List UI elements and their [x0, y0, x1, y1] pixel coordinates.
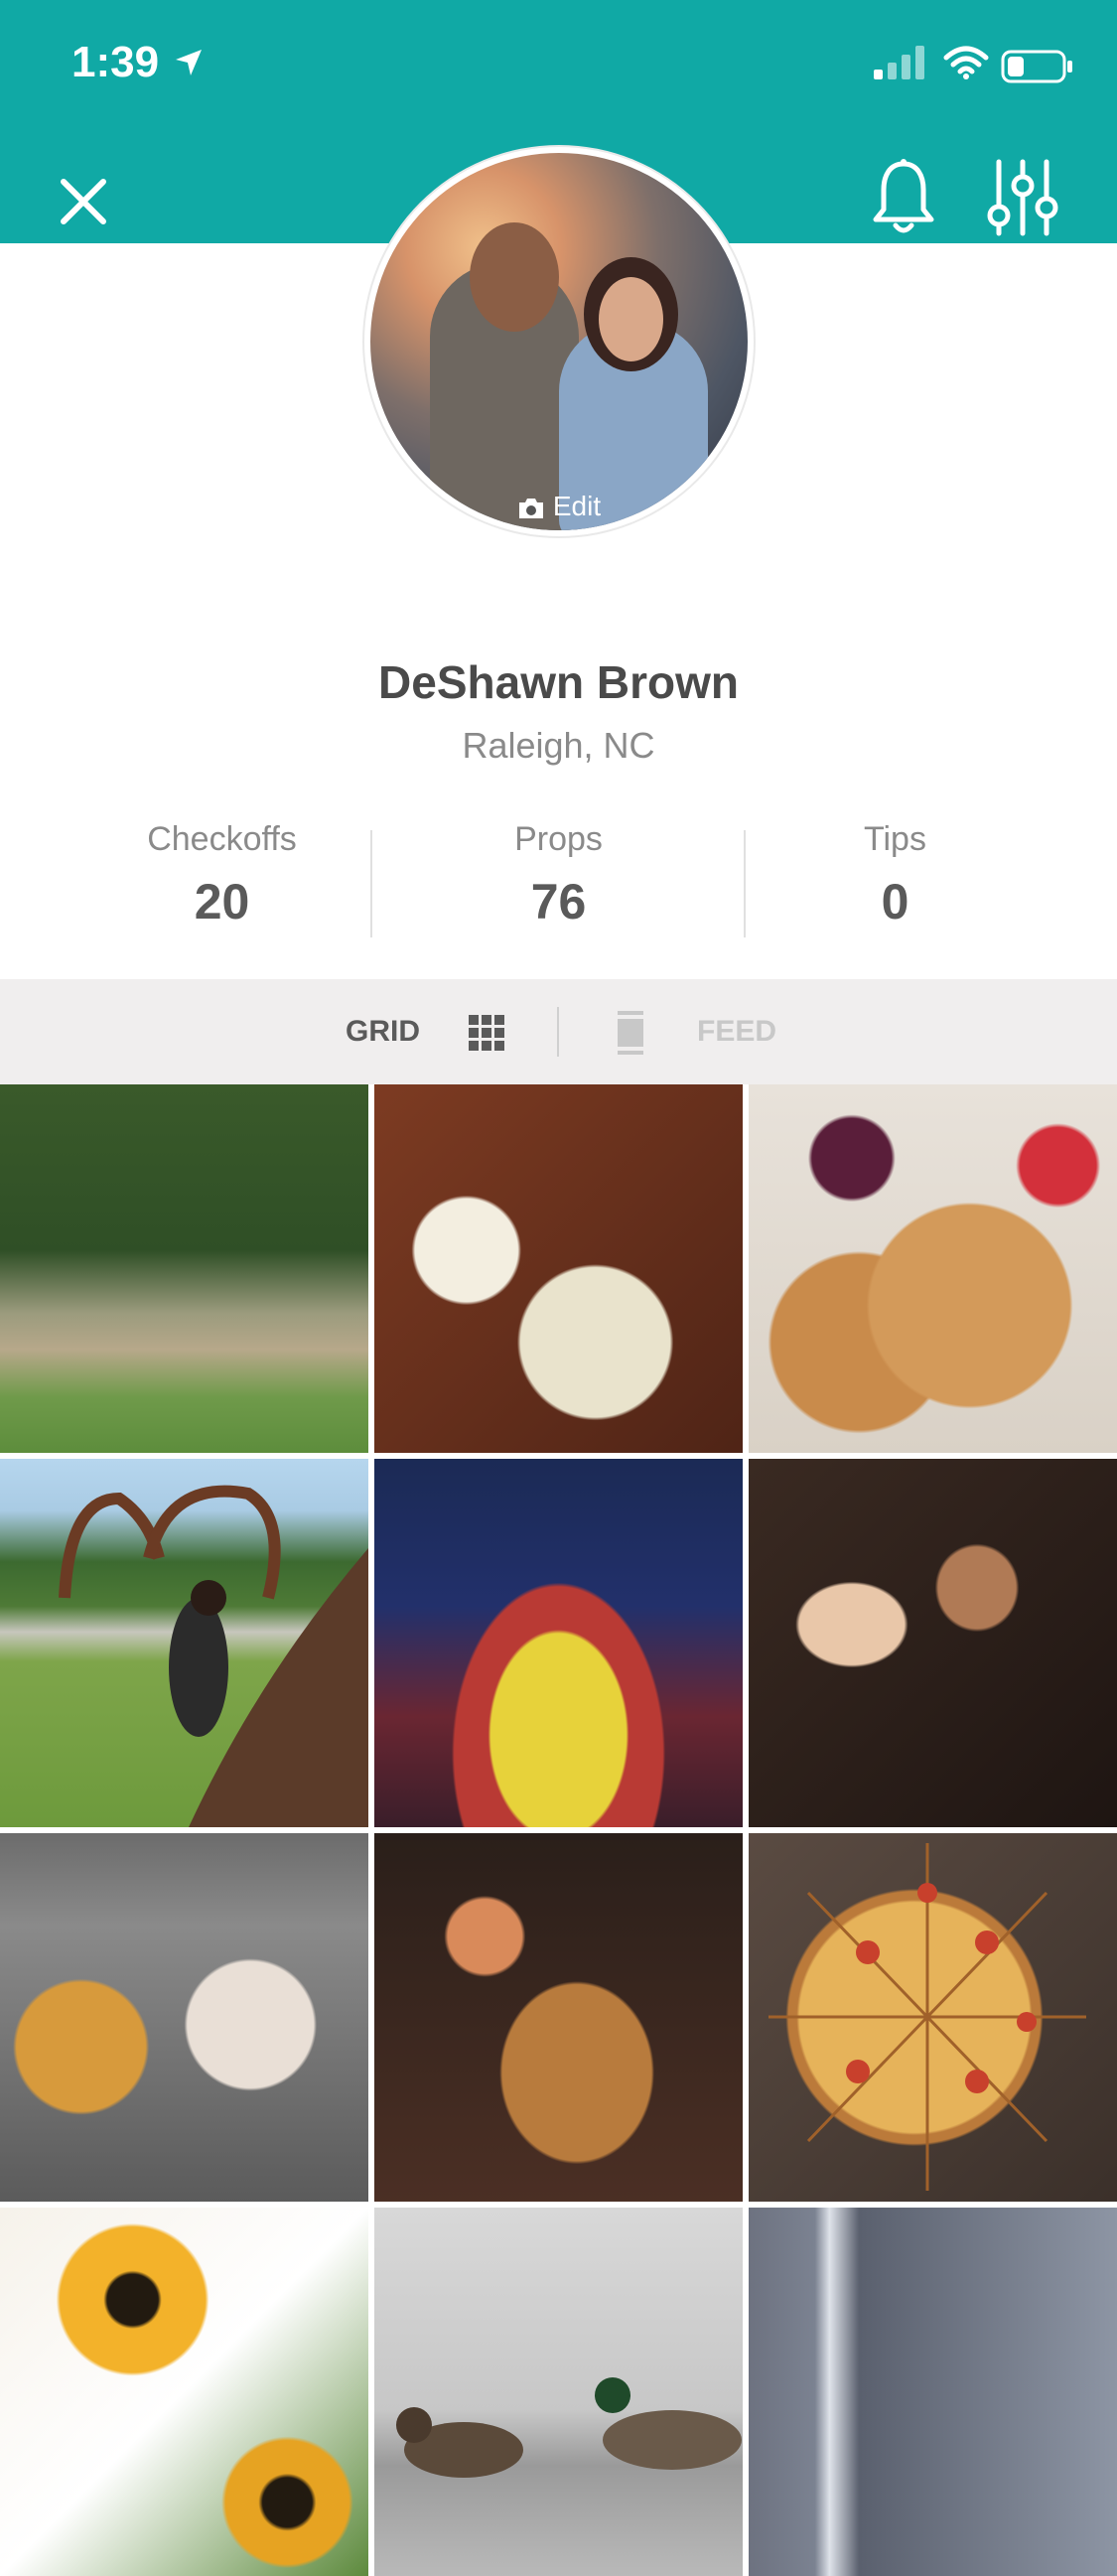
- stat-label: Tips: [864, 820, 926, 858]
- location-arrow-icon: [176, 50, 202, 75]
- arch-sculpture-shape: [59, 1485, 368, 1827]
- profile-avatar-frame: Edit: [364, 147, 754, 536]
- stat-checkoffs[interactable]: Checkoffs 20: [36, 820, 408, 930]
- toggle-divider: [557, 1007, 559, 1057]
- avatar-head-man: [470, 222, 559, 332]
- grid-icon[interactable]: [469, 1015, 504, 1051]
- stat-label: Props: [514, 820, 603, 858]
- settings-sliders-icon[interactable]: [983, 156, 1062, 239]
- status-bar: 1:39: [0, 0, 1117, 134]
- camera-icon: [518, 498, 543, 518]
- photo-tile-park-amphitheater[interactable]: [0, 1084, 368, 1453]
- edit-photo-button[interactable]: Edit: [370, 491, 748, 522]
- stat-value: 76: [530, 874, 587, 930]
- photo-tile-nachos-drinks[interactable]: [374, 1833, 743, 2202]
- stat-tips[interactable]: Tips 0: [709, 820, 1081, 930]
- photo-tile-sunflowers[interactable]: [0, 2208, 368, 2576]
- profile-avatar[interactable]: Edit: [370, 153, 748, 530]
- battery-icon: [1001, 50, 1072, 83]
- close-icon[interactable]: [54, 172, 113, 231]
- view-toggle-bar: GRID FEED: [0, 979, 1117, 1084]
- photo-grid: [0, 1084, 1117, 2576]
- stat-value: 20: [194, 874, 250, 930]
- stat-value: 0: [881, 874, 909, 930]
- feed-icon[interactable]: [618, 1011, 643, 1055]
- avatar-face-woman: [599, 277, 663, 361]
- photo-tile-city-skyline[interactable]: [749, 2208, 1117, 2576]
- profile-name: DeShawn Brown: [378, 656, 739, 708]
- stat-label: Checkoffs: [147, 820, 297, 858]
- pizza-slices: [768, 1843, 1086, 2191]
- photo-tile-pizza[interactable]: [749, 1833, 1117, 2202]
- photo-tile-couple-selfie[interactable]: [749, 1459, 1117, 1827]
- ducks-shape: [396, 2377, 742, 2478]
- profile-location: Raleigh, NC: [462, 725, 655, 766]
- photo-tile-coffee-donuts[interactable]: [0, 1833, 368, 2202]
- wifi-icon: [943, 46, 989, 79]
- bell-icon[interactable]: [872, 158, 935, 237]
- profile-stats: Checkoffs 20 Props 76 Tips 0: [0, 820, 1117, 939]
- feed-view-label[interactable]: FEED: [697, 1015, 776, 1049]
- stat-props[interactable]: Props 76: [372, 820, 745, 930]
- photo-tile-ducks[interactable]: [374, 2208, 743, 2576]
- status-time: 1:39: [71, 38, 160, 86]
- grid-view-label[interactable]: GRID: [346, 1015, 420, 1049]
- edit-photo-label: Edit: [552, 491, 602, 521]
- cellular-signal-icon: [874, 46, 924, 79]
- photo-tile-arch-sculpture[interactable]: [0, 1459, 368, 1827]
- photo-tile-dinner-plates[interactable]: [374, 1084, 743, 1453]
- photo-tile-basketball-arena[interactable]: [374, 1459, 743, 1827]
- photo-tile-pancakes[interactable]: [749, 1084, 1117, 1453]
